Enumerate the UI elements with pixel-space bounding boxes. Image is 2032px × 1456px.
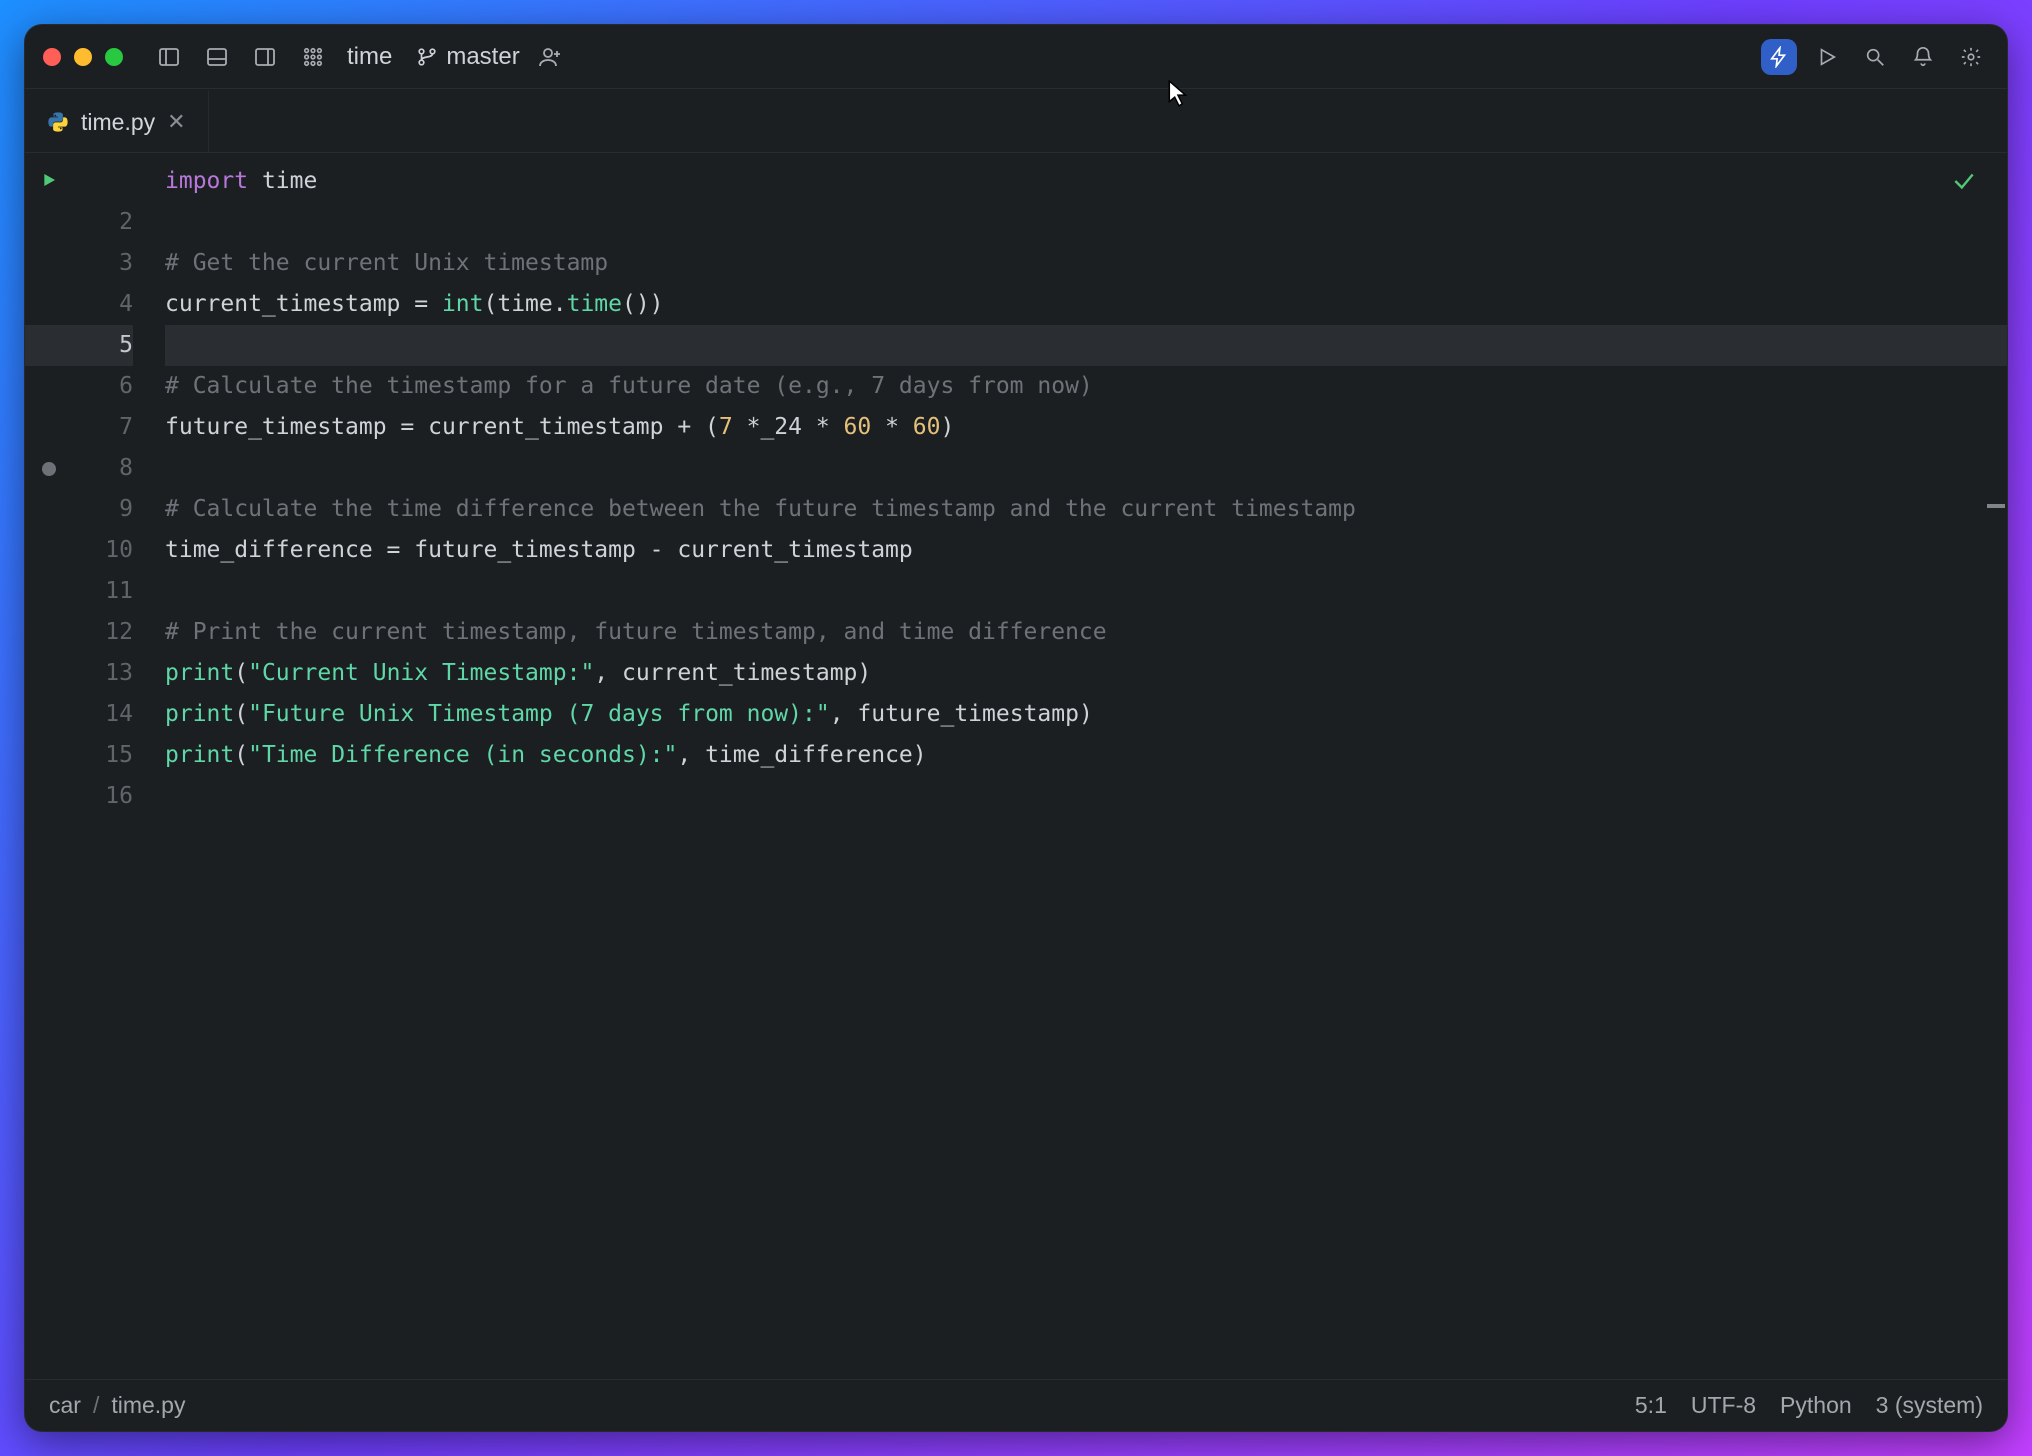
scrollbar-marker [1987, 504, 2005, 508]
maximize-window-button[interactable] [105, 48, 123, 66]
python-file-icon [47, 111, 69, 133]
line-number[interactable]: 11 [73, 571, 133, 612]
git-branch-label: master [446, 43, 519, 71]
status-sep: / [93, 1392, 99, 1419]
code-line[interactable]: future_timestamp = current_timestamp + (… [165, 407, 2007, 448]
code-line[interactable]: # Calculate the timestamp for a future d… [165, 366, 2007, 407]
gear-icon[interactable] [1953, 39, 1989, 75]
code-line[interactable] [165, 325, 2007, 366]
run-gutter-icon[interactable] [41, 161, 57, 202]
code-line[interactable]: time_difference = future_timestamp - cur… [165, 530, 2007, 571]
code-area[interactable]: import time # Get the current Unix timest… [159, 153, 2007, 1379]
line-number[interactable]: 10 [73, 530, 133, 571]
line-number[interactable]: 2 [73, 202, 133, 243]
gutter-row[interactable] [25, 407, 73, 448]
statusbar: car / time.py 5:1 UTF-8 Python 3 (system… [25, 1379, 2007, 1431]
status-project[interactable]: car [49, 1392, 81, 1419]
gutter-row[interactable] [25, 489, 73, 530]
line-number[interactable]: 14 [73, 694, 133, 735]
gutter-row[interactable] [25, 530, 73, 571]
line-number[interactable]: 5 [73, 325, 133, 366]
line-number[interactable]: 15 [73, 735, 133, 776]
line-number[interactable]: 8 [73, 448, 133, 489]
ide-window: time master time.py ✕ [24, 24, 2008, 1432]
add-user-icon[interactable] [532, 39, 568, 75]
line-number[interactable]: 7 [73, 407, 133, 448]
tab-time-py[interactable]: time.py ✕ [25, 89, 209, 152]
line-number[interactable]: 16 [73, 776, 133, 817]
line-number[interactable]: 9 [73, 489, 133, 530]
line-numbers: 2345678910111213141516 [73, 153, 159, 1379]
gutter-row[interactable] [25, 325, 73, 366]
gutter-row[interactable] [25, 735, 73, 776]
code-editor[interactable]: 2345678910111213141516 import time # Get … [25, 153, 2007, 1379]
line-number[interactable]: 4 [73, 284, 133, 325]
gutter-row[interactable] [25, 776, 73, 817]
status-encoding[interactable]: UTF-8 [1691, 1392, 1756, 1419]
gutter-row[interactable] [25, 284, 73, 325]
search-icon[interactable] [1857, 39, 1893, 75]
panel-left-icon[interactable] [151, 39, 187, 75]
play-icon[interactable] [1809, 39, 1845, 75]
close-window-button[interactable] [43, 48, 61, 66]
status-interpreter[interactable]: 3 (system) [1876, 1392, 1983, 1419]
gutter-row[interactable] [25, 612, 73, 653]
gutter-row[interactable] [25, 161, 73, 202]
code-line[interactable]: # Calculate the time difference between … [165, 489, 2007, 530]
code-line[interactable]: # Print the current timestamp, future ti… [165, 612, 2007, 653]
grid-icon[interactable] [295, 39, 331, 75]
window-controls [43, 48, 123, 66]
code-line[interactable]: current_timestamp = int(time.time()) [165, 284, 2007, 325]
gutter-row[interactable] [25, 366, 73, 407]
close-tab-icon[interactable]: ✕ [167, 109, 185, 135]
git-branch-selector[interactable]: master [416, 43, 519, 71]
panel-right-icon[interactable] [247, 39, 283, 75]
gutter-icons-column [25, 153, 73, 1379]
status-file[interactable]: time.py [111, 1392, 185, 1419]
tab-filename: time.py [81, 109, 155, 136]
gutter-row[interactable] [25, 448, 73, 489]
line-number[interactable]: 6 [73, 366, 133, 407]
breakpoint-icon[interactable] [42, 462, 56, 476]
bell-icon[interactable] [1905, 39, 1941, 75]
minimize-window-button[interactable] [74, 48, 92, 66]
code-line[interactable]: print("Time Difference (in seconds):", t… [165, 735, 2007, 776]
status-cursor-pos[interactable]: 5:1 [1635, 1392, 1667, 1419]
project-name[interactable]: time [347, 43, 392, 71]
gutter-row[interactable] [25, 571, 73, 612]
line-number[interactable]: 3 [73, 243, 133, 284]
problems-check-icon[interactable] [1951, 167, 1977, 208]
code-line[interactable]: # Get the current Unix timestamp [165, 243, 2007, 284]
panel-bottom-icon[interactable] [199, 39, 235, 75]
gutter-row[interactable] [25, 243, 73, 284]
status-language[interactable]: Python [1780, 1392, 1852, 1419]
gutter-row[interactable] [25, 202, 73, 243]
gutter-row[interactable] [25, 653, 73, 694]
code-line[interactable] [165, 571, 2007, 612]
code-line[interactable]: import time [165, 161, 2007, 202]
tabs-bar: time.py ✕ [25, 89, 2007, 153]
code-line[interactable]: print("Future Unix Timestamp (7 days fro… [165, 694, 2007, 735]
line-number[interactable]: 12 [73, 612, 133, 653]
titlebar: time master [25, 25, 2007, 89]
line-number[interactable]: 13 [73, 653, 133, 694]
line-number[interactable] [73, 161, 133, 202]
bolt-icon[interactable] [1761, 39, 1797, 75]
code-line[interactable] [165, 776, 2007, 817]
code-line[interactable] [165, 448, 2007, 489]
code-line[interactable] [165, 202, 2007, 243]
gutter-row[interactable] [25, 694, 73, 735]
code-line[interactable]: print("Current Unix Timestamp:", current… [165, 653, 2007, 694]
